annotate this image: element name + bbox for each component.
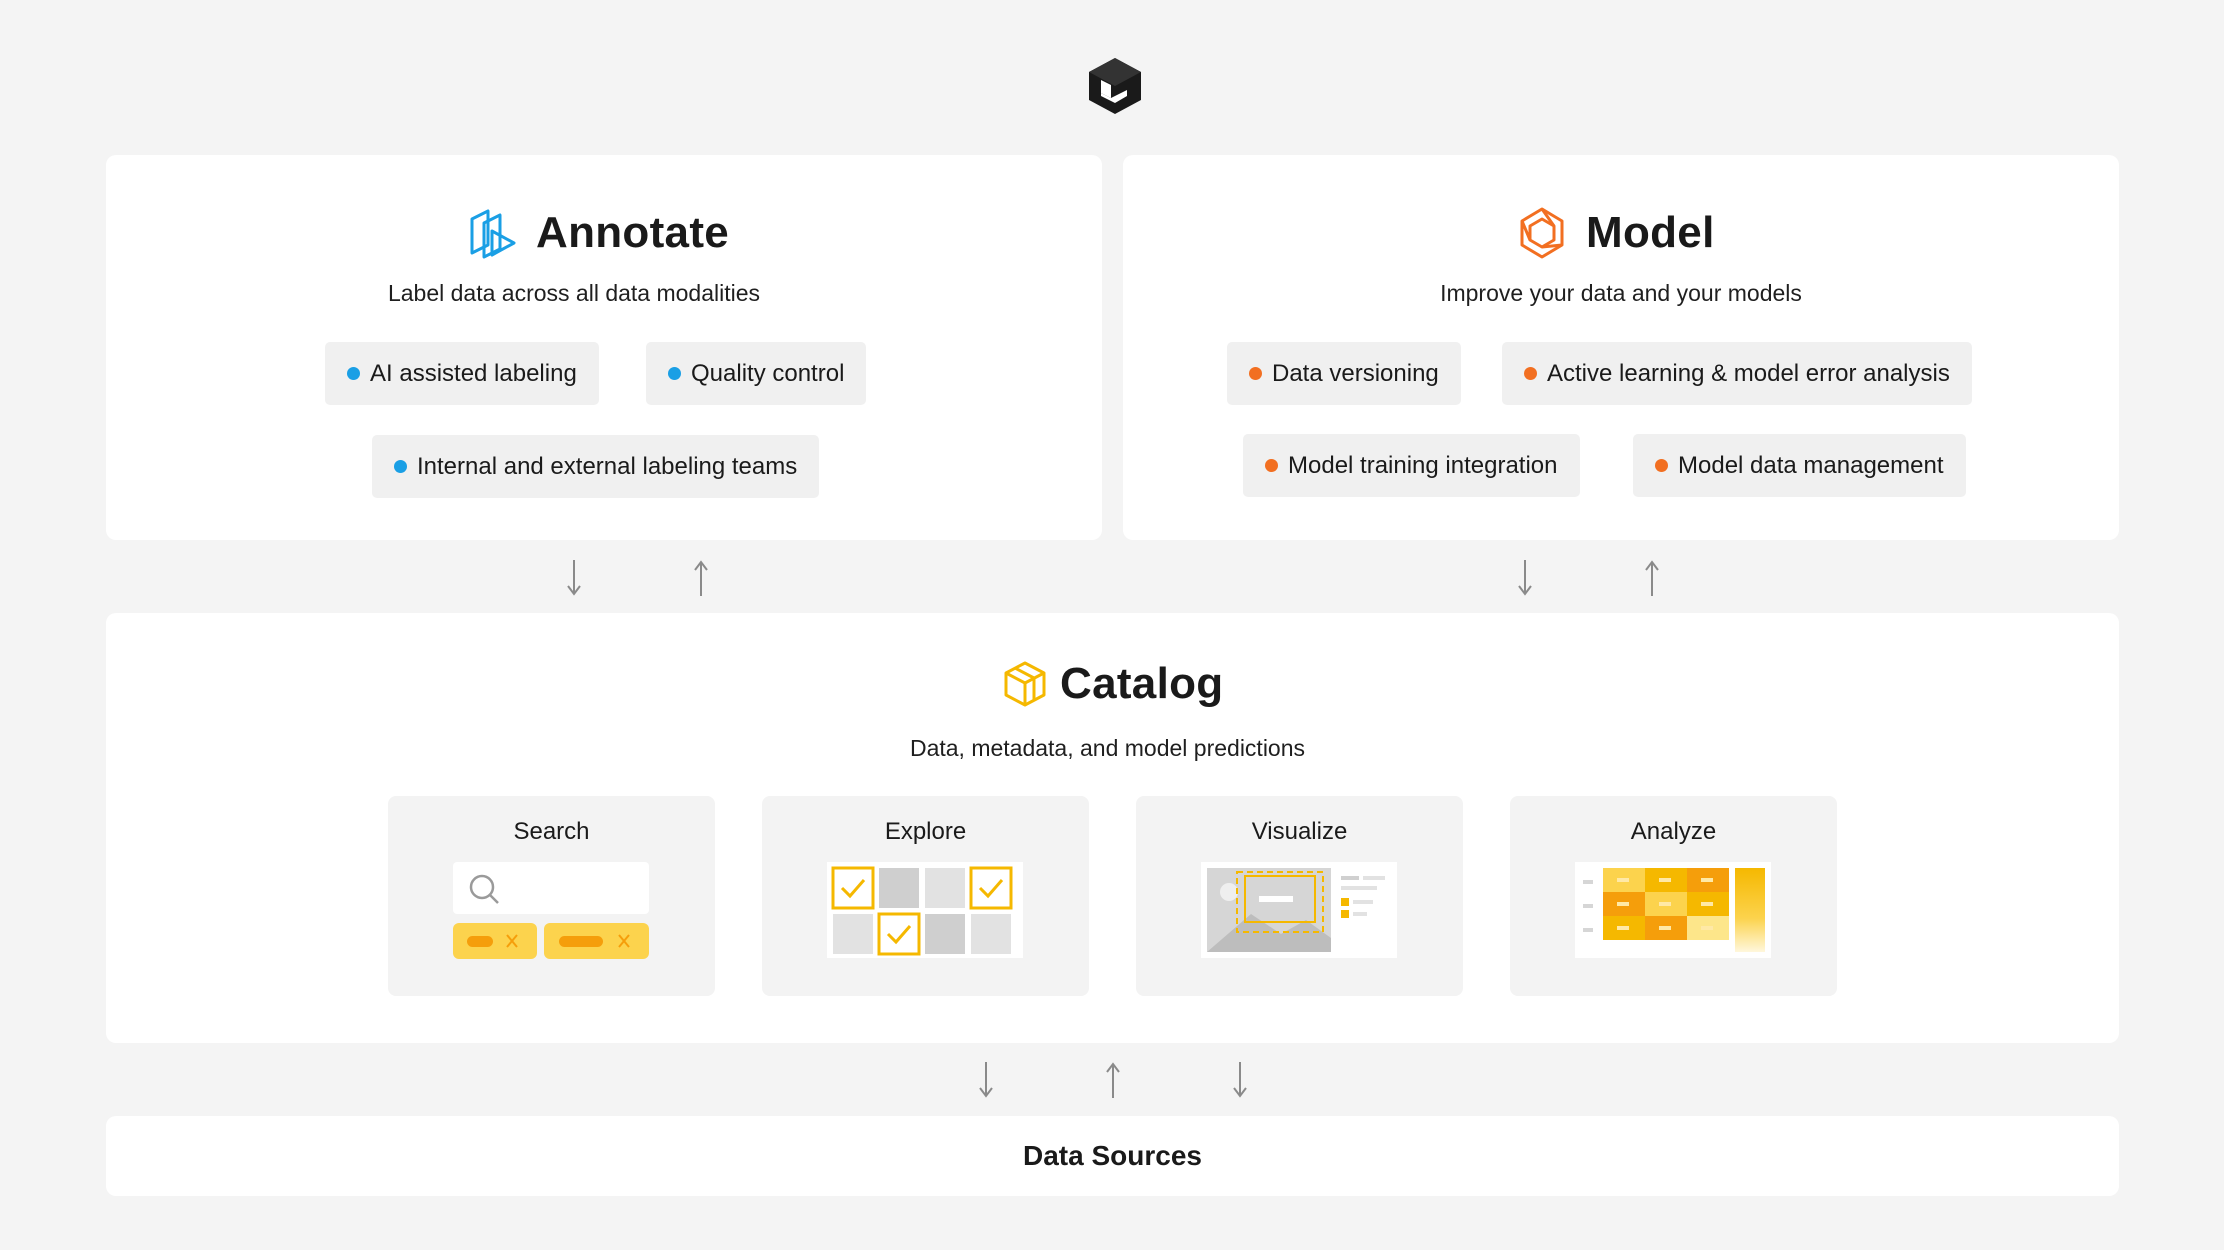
arrow-down-icon bbox=[979, 1062, 993, 1098]
feature-label: AI assisted labeling bbox=[370, 359, 577, 387]
feature-pill-data-versioning: Data versioning bbox=[1227, 342, 1461, 405]
arrow-up-icon bbox=[694, 560, 708, 596]
card-label: Visualize bbox=[1251, 818, 1348, 845]
annotate-title: Annotate bbox=[536, 208, 730, 257]
arrow-down-icon bbox=[1233, 1062, 1247, 1098]
catalog-panel: Catalog Data, metadata, and model predic… bbox=[106, 613, 2119, 1043]
explore-grid-illustration-icon bbox=[827, 862, 1023, 958]
feature-pill-quality-control: Quality control bbox=[646, 342, 867, 405]
card-label: Search bbox=[513, 818, 590, 845]
model-header: Model bbox=[1516, 205, 1715, 261]
analyze-heatmap-illustration-icon bbox=[1575, 862, 1771, 958]
catalog-card-analyze: Analyze bbox=[1510, 796, 1837, 996]
model-panel: Model Improve your data and your models … bbox=[1123, 155, 2119, 540]
orange-dot-icon bbox=[1524, 367, 1537, 380]
feature-pill-model-data-management: Model data management bbox=[1633, 434, 1966, 497]
catalog-icon bbox=[1004, 661, 1046, 707]
feature-label: Active learning & model error analysis bbox=[1547, 359, 1950, 387]
data-sources-panel: Data Sources bbox=[106, 1116, 2119, 1196]
annotate-panel: Annotate Label data across all data moda… bbox=[106, 155, 1102, 540]
feature-pill-ai-assisted-labeling: AI assisted labeling bbox=[325, 342, 599, 405]
catalog-subtitle: Data, metadata, and model predictions bbox=[909, 735, 1306, 761]
annotate-icon bbox=[470, 209, 516, 259]
blue-dot-icon bbox=[347, 367, 360, 380]
model-title: Model bbox=[1586, 208, 1715, 257]
feature-pill-model-training: Model training integration bbox=[1243, 434, 1580, 497]
annotate-header: Annotate bbox=[466, 205, 729, 261]
arrow-down-icon bbox=[1518, 560, 1532, 596]
visualize-illustration-icon bbox=[1201, 862, 1397, 958]
orange-dot-icon bbox=[1655, 459, 1668, 472]
orange-dot-icon bbox=[1265, 459, 1278, 472]
catalog-header: Catalog bbox=[1000, 659, 1223, 709]
feature-label: Internal and external labeling teams bbox=[417, 452, 798, 480]
arrow-up-icon bbox=[1645, 560, 1659, 596]
model-subtitle: Improve your data and your models bbox=[1440, 280, 1802, 306]
card-label: Analyze bbox=[1630, 818, 1717, 845]
arrow-down-icon bbox=[567, 560, 581, 596]
search-illustration-icon bbox=[453, 862, 649, 959]
catalog-card-visualize: Visualize bbox=[1136, 796, 1463, 996]
catalog-title: Catalog bbox=[1060, 659, 1224, 708]
feature-label: Model training integration bbox=[1288, 451, 1558, 479]
model-icon bbox=[1520, 207, 1564, 259]
feature-pill-active-learning: Active learning & model error analysis bbox=[1502, 342, 1972, 405]
annotate-subtitle: Label data across all data modalities bbox=[387, 280, 761, 306]
feature-label: Model data management bbox=[1678, 451, 1944, 479]
data-sources-label: Data Sources bbox=[1023, 1140, 1202, 1171]
feature-label: Data versioning bbox=[1272, 359, 1439, 387]
arrow-up-icon bbox=[1106, 1062, 1120, 1098]
blue-dot-icon bbox=[394, 460, 407, 473]
feature-label: Quality control bbox=[691, 359, 845, 387]
catalog-card-explore: Explore bbox=[762, 796, 1089, 996]
card-label: Explore bbox=[884, 818, 967, 845]
labelbox-logo-icon bbox=[1089, 58, 1141, 114]
catalog-card-search: Search bbox=[388, 796, 715, 996]
blue-dot-icon bbox=[668, 367, 681, 380]
feature-pill-labeling-teams: Internal and external labeling teams bbox=[372, 435, 820, 498]
orange-dot-icon bbox=[1249, 367, 1262, 380]
